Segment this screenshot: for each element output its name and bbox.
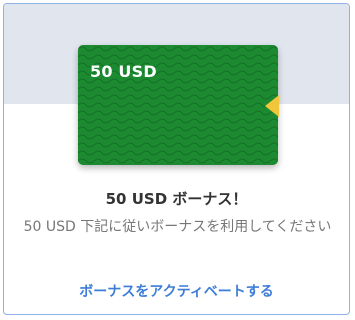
activate-bonus-link[interactable]: ボーナスをアクティベートする: [4, 281, 349, 301]
bonus-voucher: 50 USD: [78, 45, 279, 165]
bonus-card: 50 USD 50 USD ボーナス！ 50 USD 下記に従いボーナスを利用し…: [3, 3, 350, 315]
bonus-description: 50 USD 下記に従いボーナスを利用してください: [23, 219, 332, 235]
voucher-notch-icon: [265, 95, 279, 117]
voucher-amount: 50 USD: [90, 62, 157, 81]
bonus-title: 50 USD ボーナス！: [105, 190, 248, 208]
